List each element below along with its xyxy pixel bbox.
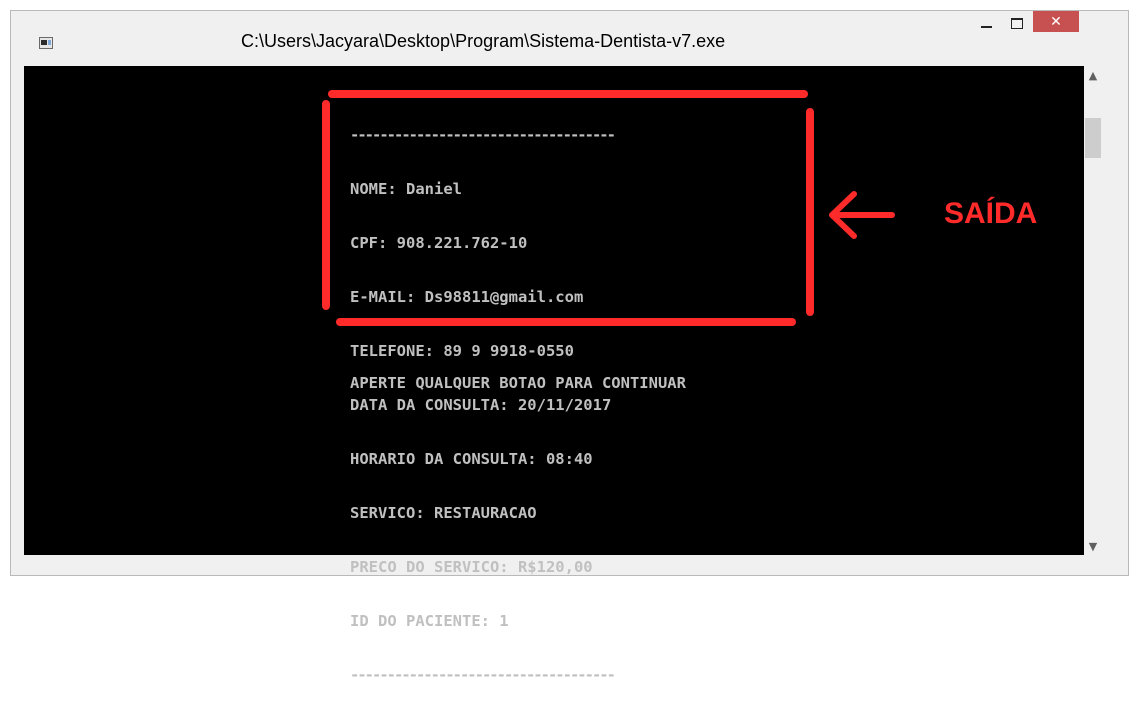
continue-prompt: APERTE QUALQUER BOTAO PARA CONTINUAR xyxy=(350,374,686,392)
annotation-bracket-left xyxy=(322,100,330,310)
left-arrow-icon xyxy=(829,191,895,239)
vertical-scrollbar[interactable]: ▲ ▼ xyxy=(1084,66,1102,555)
annotation-bracket-top xyxy=(328,90,808,98)
console-app-icon[interactable] xyxy=(39,37,53,49)
window-title: C:\Users\Jacyara\Desktop\Program\Sistema… xyxy=(241,31,726,51)
close-icon: ✕ xyxy=(1050,13,1062,30)
output-line-servico: SERVICO: RESTAURACAO xyxy=(350,504,537,522)
maximize-button[interactable] xyxy=(1003,11,1030,35)
minimize-button[interactable] xyxy=(973,11,1000,35)
output-line-id-paciente: ID DO PACIENTE: 1 xyxy=(350,612,509,630)
output-line-cpf: CPF: 908.221.762-10 xyxy=(350,234,528,252)
close-button[interactable]: ✕ xyxy=(1033,11,1079,32)
annotation-bracket-right xyxy=(806,108,814,316)
output-line-telefone: TELEFONE: 89 9 9918-0550 xyxy=(350,342,574,360)
minimize-icon xyxy=(981,26,992,28)
annotation-bracket-bottom xyxy=(336,318,796,326)
scroll-down-arrow-icon[interactable]: ▼ xyxy=(1084,537,1102,555)
output-line-data-consulta: DATA DA CONSULTA: 20/11/2017 xyxy=(350,396,612,414)
saida-annotation-label: SAÍDA xyxy=(944,197,1038,230)
maximize-icon xyxy=(1010,17,1023,29)
output-line-preco: PRECO DO SERVICO: R$120,00 xyxy=(350,558,593,576)
separator-top: ------------------------------------ xyxy=(350,126,616,144)
output-line-horario-consulta: HORARIO DA CONSULTA: 08:40 xyxy=(350,450,593,468)
output-line-email: E-MAIL: Ds98811@gmail.com xyxy=(350,288,584,306)
patient-record-output: ------------------------------------ NOM… xyxy=(350,90,616,702)
separator-bottom: ------------------------------------ xyxy=(350,666,616,684)
scroll-thumb[interactable] xyxy=(1085,118,1101,158)
scroll-up-arrow-icon[interactable]: ▲ xyxy=(1084,66,1102,84)
output-line-nome: NOME: Daniel xyxy=(350,180,462,198)
